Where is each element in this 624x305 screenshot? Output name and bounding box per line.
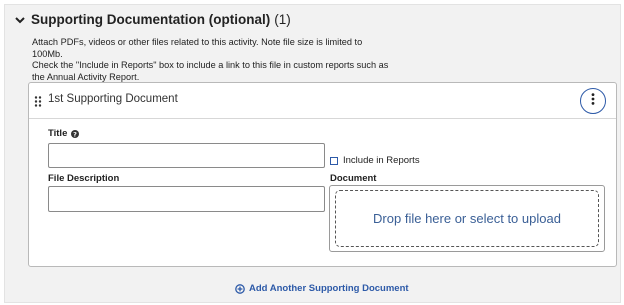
title-input[interactable] xyxy=(48,143,325,168)
document-label: Document xyxy=(330,173,377,184)
section-help-text: Attach PDFs, videos or other files relat… xyxy=(32,37,388,83)
section-count: (1) xyxy=(274,12,291,27)
svg-text:?: ? xyxy=(73,130,77,138)
document-heading: 1st Supporting Document xyxy=(48,93,178,105)
add-supporting-document-button[interactable]: Add Another Supporting Document xyxy=(235,283,409,294)
include-in-reports-label: Include in Reports xyxy=(343,155,420,166)
help-line: 100Mb. xyxy=(32,48,63,59)
title-label-row: Title ? xyxy=(48,128,80,139)
drag-handle-icon[interactable] xyxy=(34,94,42,107)
file-dropzone[interactable]: Drop file here or select to upload xyxy=(335,190,599,247)
include-in-reports-checkbox[interactable] xyxy=(330,156,338,165)
help-circle-icon[interactable]: ? xyxy=(71,129,80,138)
file-description-input[interactable] xyxy=(48,186,325,212)
divider xyxy=(29,118,616,119)
supporting-document-card: 1st Supporting Document Title ? Include … xyxy=(28,82,617,267)
chevron-down-icon xyxy=(14,14,26,26)
plus-circle-icon xyxy=(235,283,245,294)
help-line: Check the "Include in Reports" box to in… xyxy=(32,60,389,71)
add-supporting-document-label: Add Another Supporting Document xyxy=(249,283,409,294)
document-options-button[interactable] xyxy=(580,88,606,114)
section-title: Supporting Documentation (optional) xyxy=(31,12,271,27)
dropzone-text: Drop file here or select to upload xyxy=(373,211,561,226)
document-upload-area: Drop file here or select to upload xyxy=(329,185,605,252)
help-line: Attach PDFs, videos or other files relat… xyxy=(32,37,363,47)
file-description-label: File Description xyxy=(48,173,120,184)
section-toggle[interactable]: Supporting Documentation (optional) (1) xyxy=(14,12,291,27)
title-label: Title xyxy=(48,128,68,139)
include-in-reports-toggle[interactable]: Include in Reports xyxy=(330,155,420,166)
more-vertical-icon xyxy=(591,92,595,110)
